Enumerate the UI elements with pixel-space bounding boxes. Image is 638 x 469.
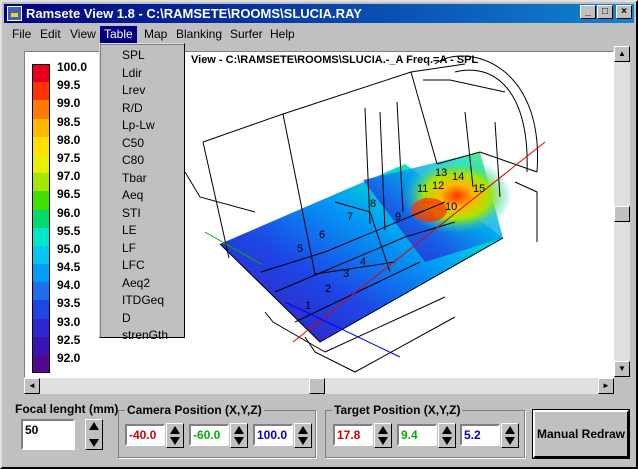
- menu-option-lp-lw[interactable]: Lp-Lw: [100, 117, 184, 135]
- target-y-input[interactable]: 9.4: [397, 424, 437, 446]
- scroll-up-button[interactable]: ▲: [614, 46, 630, 62]
- menu-help[interactable]: Help: [266, 26, 299, 43]
- receiver-label: 10: [445, 201, 457, 213]
- app-icon: [7, 6, 22, 21]
- source-label: B: [427, 211, 434, 223]
- scroll-right-button[interactable]: ►: [598, 378, 614, 394]
- vertical-scroll-thumb[interactable]: [614, 206, 630, 222]
- receiver-label: 15: [473, 183, 485, 195]
- receiver-label: 14: [452, 171, 464, 183]
- target-z-spinner[interactable]: [501, 423, 519, 448]
- menu-option-ldir[interactable]: Ldir: [100, 65, 184, 83]
- main-window: Ramsete View 1.8 - C:\RAMSETE\ROOMS\SLUC…: [0, 0, 638, 469]
- menu-surfer[interactable]: Surfer: [226, 26, 267, 43]
- camera-y-input[interactable]: -60.0: [189, 424, 229, 446]
- receiver-label: 6: [319, 229, 325, 241]
- maximize-button[interactable]: □: [597, 5, 613, 19]
- target-x-spinner[interactable]: [374, 423, 392, 448]
- camera-x-input[interactable]: -40.0: [125, 424, 165, 446]
- menu-option-r-d[interactable]: R/D: [100, 100, 184, 118]
- menu-option-strength[interactable]: strenGth: [100, 327, 184, 345]
- focal-length-spinner[interactable]: [85, 419, 103, 450]
- menu-bar: File Edit View Table Map Blanking Surfer…: [4, 24, 634, 44]
- menu-option-itdgeq[interactable]: ITDGeq: [100, 292, 184, 310]
- manual-redraw-button[interactable]: Manual Redraw: [532, 409, 630, 459]
- close-button[interactable]: ×: [616, 5, 632, 19]
- menu-option-aeq2[interactable]: Aeq2: [100, 275, 184, 293]
- scroll-down-button[interactable]: ▼: [614, 361, 630, 377]
- target-x-input[interactable]: 17.8: [333, 424, 373, 446]
- receiver-label: 13: [435, 167, 447, 179]
- table-menu-dropdown: SPL Ldir Lrev R/D Lp-Lw C50 C80 Tbar Aeq…: [99, 43, 185, 342]
- scroll-left-button[interactable]: ◄: [24, 378, 40, 394]
- menu-view[interactable]: View: [66, 26, 100, 43]
- focal-length-input[interactable]: 50: [21, 419, 75, 450]
- menu-option-c80[interactable]: C80: [100, 152, 184, 170]
- menu-edit[interactable]: Edit: [36, 26, 65, 43]
- camera-z-spinner[interactable]: [294, 423, 312, 448]
- menu-option-le[interactable]: LE: [100, 222, 184, 240]
- menu-option-tbar[interactable]: Tbar: [100, 170, 184, 188]
- camera-z-input[interactable]: 100.0: [253, 424, 293, 446]
- receiver-label: 12: [432, 180, 444, 192]
- camera-x-spinner[interactable]: [166, 423, 184, 448]
- receiver-label: 2: [325, 283, 331, 295]
- receiver-label: 11: [417, 183, 428, 195]
- receiver-label: 8: [370, 198, 376, 210]
- menu-option-d[interactable]: D: [100, 310, 184, 328]
- title-bar[interactable]: Ramsete View 1.8 - C:\RAMSETE\ROOMS\SLUC…: [4, 4, 634, 23]
- receiver-label: 4: [360, 256, 366, 268]
- menu-option-spl[interactable]: SPL: [100, 47, 184, 65]
- menu-map[interactable]: Map: [140, 26, 171, 43]
- target-position-label: Target Position (X,Y,Z): [332, 403, 463, 417]
- vertical-scrollbar[interactable]: ▲ ▼: [614, 46, 630, 377]
- menu-option-lf[interactable]: LF: [100, 240, 184, 258]
- target-y-spinner[interactable]: [438, 423, 456, 448]
- menu-option-aeq[interactable]: Aeq: [100, 187, 184, 205]
- menu-option-c50[interactable]: C50: [100, 135, 184, 153]
- receiver-label: 1: [305, 300, 311, 312]
- receiver-label: 7: [347, 211, 353, 223]
- floor-map: [220, 152, 512, 342]
- focal-length-label: Focal lenght (mm): [13, 402, 121, 416]
- minimize-button[interactable]: _: [580, 5, 596, 19]
- menu-option-lrev[interactable]: Lrev: [100, 82, 184, 100]
- window-title: Ramsete View 1.8 - C:\RAMSETE\ROOMS\SLUC…: [26, 6, 362, 21]
- horizontal-scrollbar[interactable]: ◄ ►: [24, 378, 614, 394]
- menu-option-lfc[interactable]: LFC: [100, 257, 184, 275]
- receiver-label: 3: [343, 268, 349, 280]
- menu-file[interactable]: File: [8, 26, 35, 43]
- camera-y-spinner[interactable]: [230, 423, 248, 448]
- camera-position-label: Camera Position (X,Y,Z): [125, 403, 264, 417]
- menu-option-sti[interactable]: STI: [100, 205, 184, 223]
- source-label: A: [422, 196, 430, 208]
- target-z-input[interactable]: 5.2: [460, 424, 500, 446]
- menu-table[interactable]: Table: [100, 26, 137, 43]
- horizontal-scroll-thumb[interactable]: [309, 378, 325, 394]
- menu-blanking[interactable]: Blanking: [172, 26, 226, 43]
- receiver-label: 5: [297, 243, 303, 255]
- receiver-label: 9: [395, 211, 401, 223]
